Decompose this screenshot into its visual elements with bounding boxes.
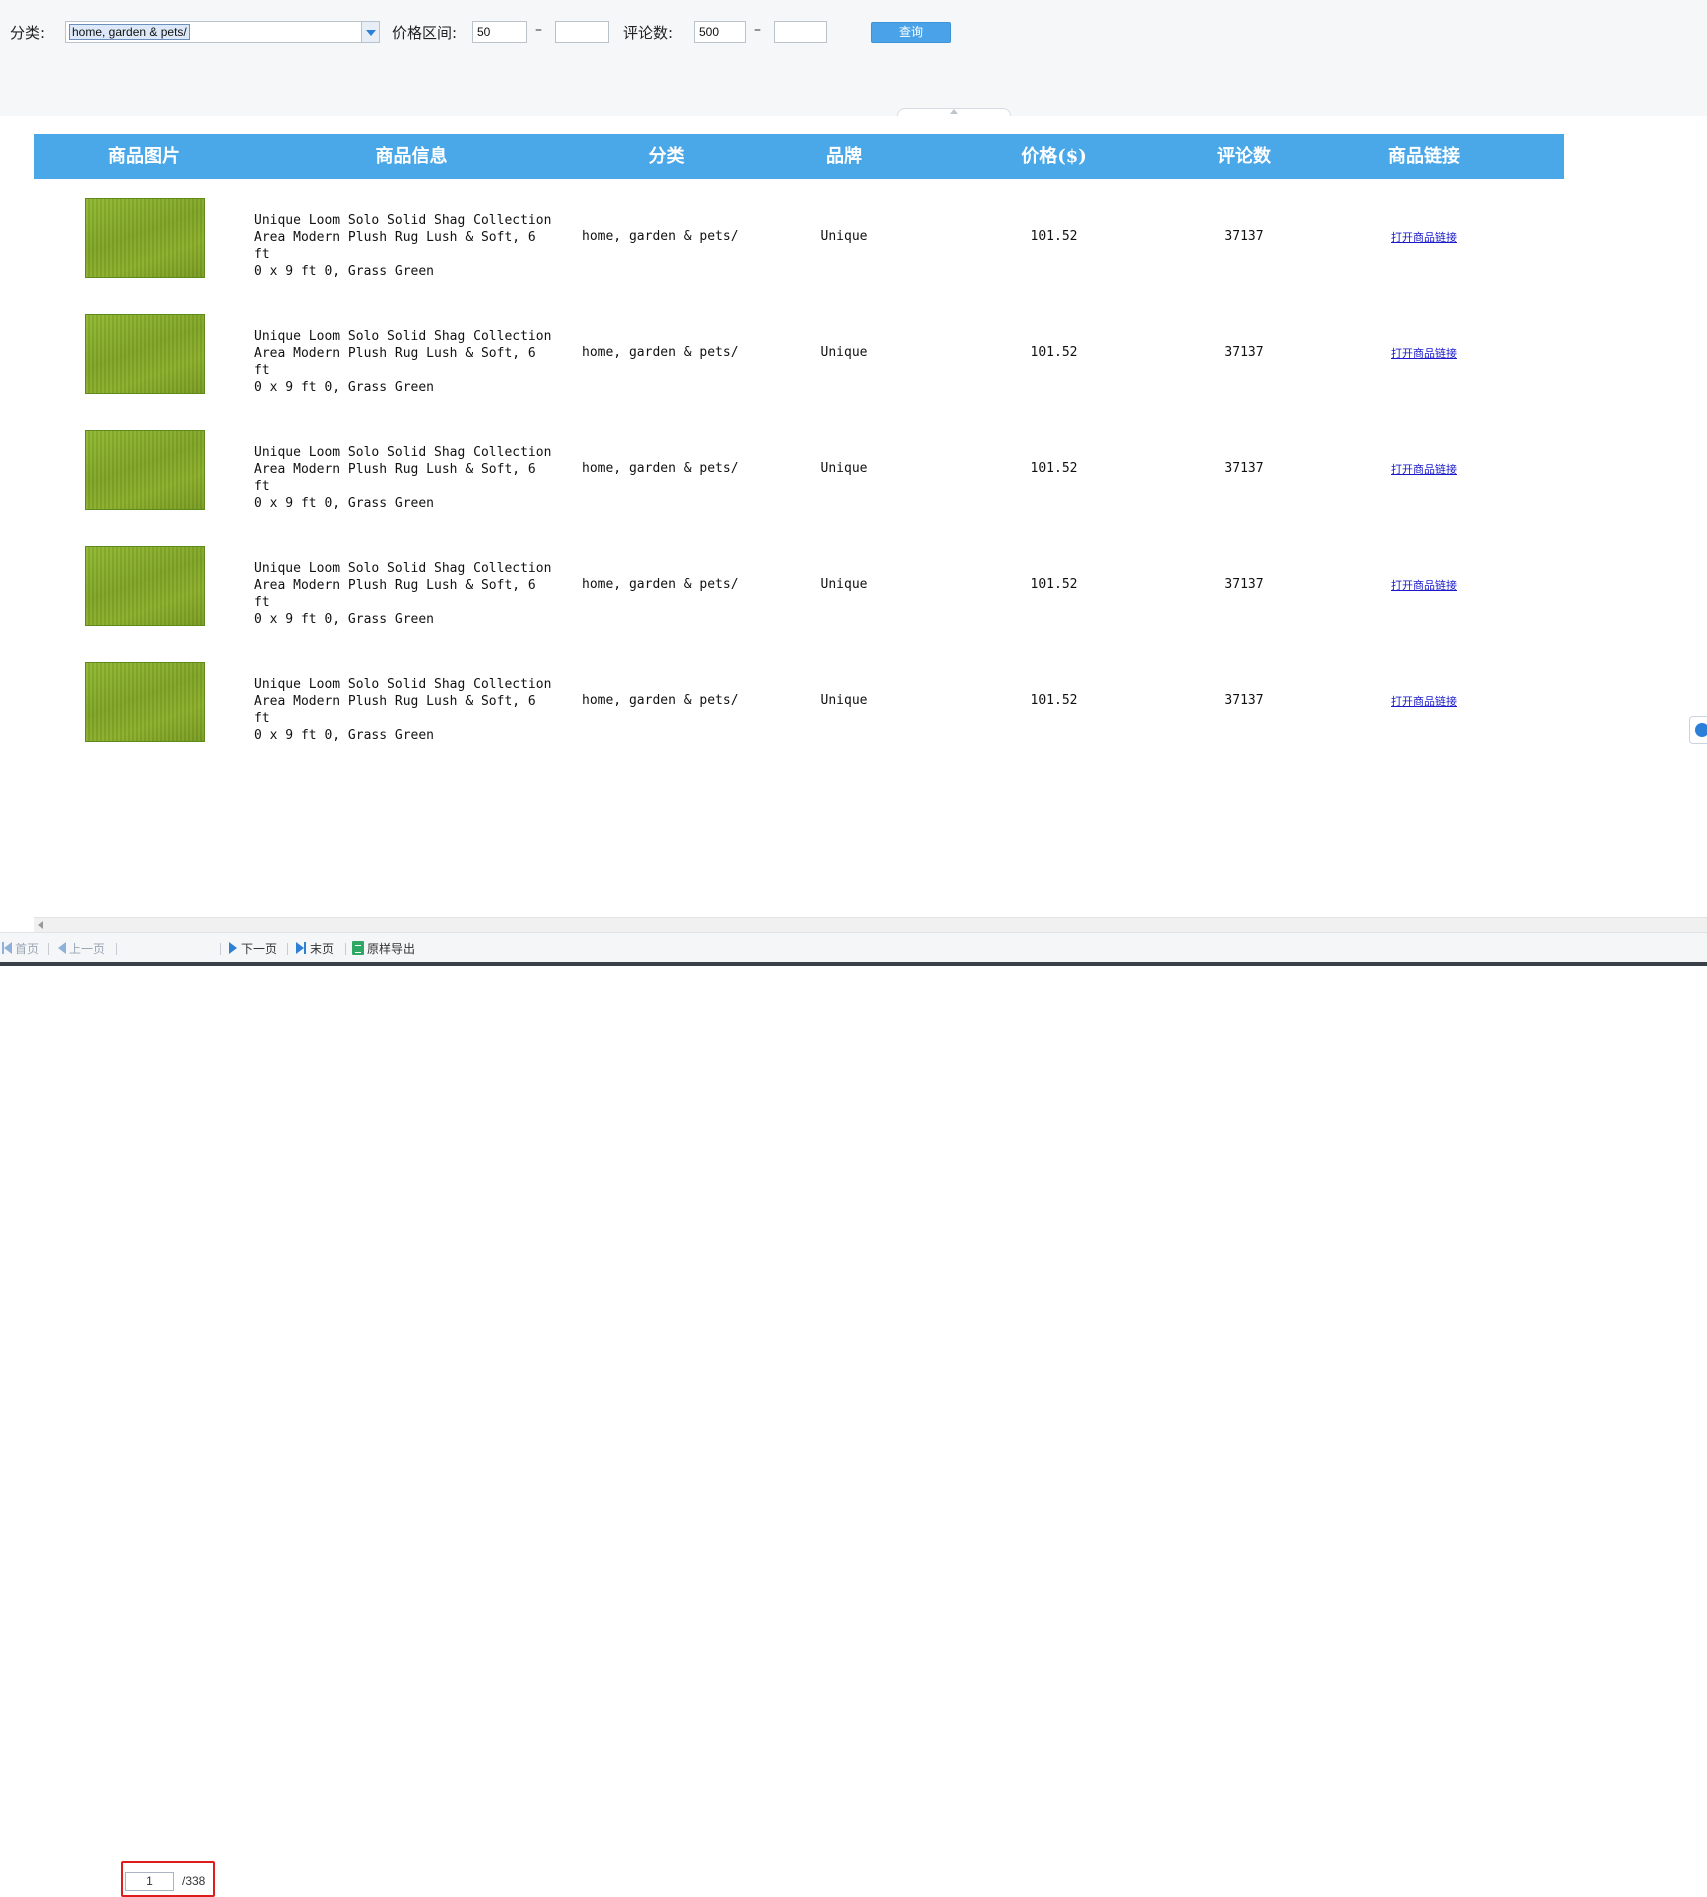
- last-page-icon: [296, 942, 304, 954]
- next-page-icon: [229, 942, 237, 954]
- product-image: [85, 314, 205, 394]
- reviews-max-input[interactable]: [774, 21, 827, 43]
- table-row: Unique Loom Solo Solid Shag Collection A…: [34, 546, 1564, 662]
- product-info: Unique Loom Solo Solid Shag Collection A…: [254, 445, 552, 511]
- table-row: Unique Loom Solo Solid Shag Collection A…: [34, 430, 1564, 546]
- product-image: [85, 198, 205, 278]
- price-range-label: 价格区间:: [392, 24, 458, 42]
- product-price: 101.52: [1030, 693, 1078, 708]
- product-info: Unique Loom Solo Solid Shag Collection A…: [254, 329, 552, 395]
- reviews-min-input[interactable]: 500: [694, 21, 746, 43]
- product-category: home, garden & pets/: [582, 461, 739, 476]
- product-reviews: 37137: [1224, 229, 1264, 244]
- product-brand: Unique: [820, 461, 868, 476]
- product-price: 101.52: [1030, 461, 1078, 476]
- reviews-range-dash: –: [754, 22, 761, 38]
- prev-page-icon: [58, 942, 66, 954]
- next-page-button[interactable]: 下一页: [229, 941, 277, 957]
- product-brand: Unique: [820, 577, 868, 592]
- header-product-link: 商品链接: [1388, 146, 1460, 167]
- header-product-info: 商品信息: [375, 146, 448, 167]
- prev-page-button[interactable]: 上一页: [58, 941, 105, 957]
- product-category: home, garden & pets/: [582, 229, 739, 244]
- product-price: 101.52: [1030, 577, 1078, 592]
- header-product-image: 商品图片: [108, 146, 180, 167]
- last-page-button[interactable]: 末页: [296, 941, 334, 957]
- product-reviews: 37137: [1224, 345, 1264, 360]
- product-info: Unique Loom Solo Solid Shag Collection A…: [254, 677, 552, 743]
- reviews-label: 评论数:: [623, 24, 674, 42]
- help-icon: [1695, 723, 1707, 737]
- window-bottom-strip: [0, 962, 1707, 966]
- product-category: home, garden & pets/: [582, 345, 739, 360]
- product-image: [85, 430, 205, 510]
- price-max-input[interactable]: [555, 21, 609, 43]
- table-row: Unique Loom Solo Solid Shag Collection A…: [34, 314, 1564, 430]
- product-info: Unique Loom Solo Solid Shag Collection A…: [254, 561, 552, 627]
- price-range-dash: –: [535, 22, 542, 38]
- product-image: [85, 546, 205, 626]
- table-row: Unique Loom Solo Solid Shag Collection A…: [34, 662, 1564, 778]
- header-category: 分类: [648, 146, 685, 167]
- first-page-button[interactable]: 首页: [2, 941, 39, 957]
- pagination-bar: 首页 上一页 1 /338 下一页 末页 原样导出: [0, 932, 1707, 1897]
- product-price: 101.52: [1030, 229, 1078, 244]
- chevron-down-icon[interactable]: [361, 22, 379, 42]
- side-help-widget[interactable]: [1689, 716, 1707, 744]
- header-reviews: 评论数: [1217, 146, 1271, 167]
- category-select[interactable]: home, garden & pets/: [65, 21, 380, 43]
- product-image: [85, 662, 205, 742]
- product-reviews: 37137: [1224, 461, 1264, 476]
- excel-export-icon: [352, 941, 364, 955]
- product-price: 101.52: [1030, 345, 1078, 360]
- product-brand: Unique: [820, 693, 868, 708]
- horizontal-scrollbar[interactable]: [34, 917, 1707, 932]
- scroll-left-arrow-icon[interactable]: [38, 921, 43, 929]
- category-select-value: home, garden & pets/: [69, 24, 190, 40]
- product-reviews: 37137: [1224, 693, 1264, 708]
- page-input-highlight: [121, 1861, 215, 1897]
- open-product-link[interactable]: 打开商品链接: [1364, 345, 1484, 361]
- open-product-link[interactable]: 打开商品链接: [1364, 693, 1484, 709]
- collapse-panel-tab[interactable]: [897, 108, 1011, 116]
- product-category: home, garden & pets/: [582, 693, 739, 708]
- product-brand: Unique: [820, 229, 868, 244]
- query-button[interactable]: 查询: [871, 22, 951, 43]
- product-category: home, garden & pets/: [582, 577, 739, 592]
- filter-bar: 分类: home, garden & pets/ 价格区间: 50 – 评论数:…: [0, 0, 1707, 116]
- product-reviews: 37137: [1224, 577, 1264, 592]
- product-info: Unique Loom Solo Solid Shag Collection A…: [254, 213, 552, 279]
- table-row: Unique Loom Solo Solid Shag Collection A…: [34, 198, 1564, 314]
- header-price: 价格($): [1021, 146, 1087, 167]
- header-brand: 品牌: [826, 146, 862, 167]
- open-product-link[interactable]: 打开商品链接: [1364, 461, 1484, 477]
- open-product-link[interactable]: 打开商品链接: [1364, 577, 1484, 593]
- price-min-input[interactable]: 50: [472, 21, 527, 43]
- export-button[interactable]: 原样导出: [352, 941, 415, 957]
- open-product-link[interactable]: 打开商品链接: [1364, 229, 1484, 245]
- table-header: 商品图片 商品信息 分类 品牌 价格($) 评论数 商品链接: [34, 134, 1564, 179]
- category-label: 分类:: [10, 24, 46, 42]
- product-brand: Unique: [820, 345, 868, 360]
